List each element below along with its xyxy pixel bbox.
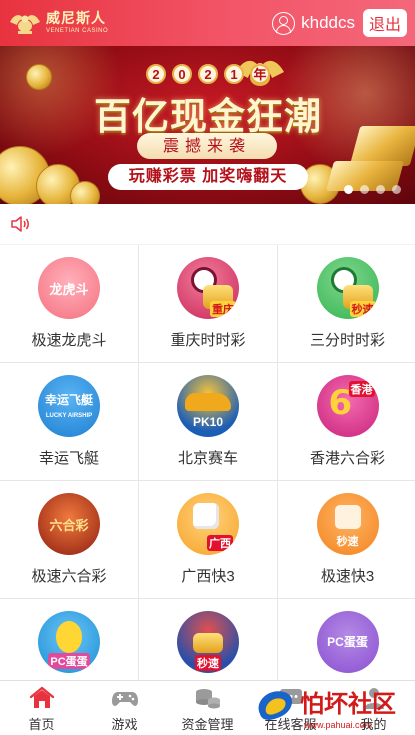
banner-dot[interactable] [360, 185, 369, 194]
game-label: 香港六合彩 [309, 450, 385, 467]
watermark-url: www.pahuai.com [303, 720, 372, 730]
chongqing-clock-icon: 重庆 [177, 257, 239, 319]
dragon-tiger-icon: 龙虎斗 [38, 257, 100, 319]
game-label: 极速快3 [320, 568, 375, 585]
logout-button[interactable]: 退出 [362, 9, 407, 37]
year-suffix: 年 [250, 64, 270, 84]
promo-banner[interactable]: 2 0 2 1 年 百亿现金狂潮 震撼来袭 玩赚彩票 加奖嗨翻天 [0, 46, 415, 204]
nav-label: 游戏 [111, 716, 138, 732]
game-label: 三分时时彩 [309, 332, 385, 349]
banner-pagination [344, 185, 401, 194]
banner-dot[interactable] [344, 185, 353, 194]
nav-item-games[interactable]: 游戏 [83, 681, 166, 735]
site-watermark: 怕坏社区 www.pahuai.com [258, 689, 396, 730]
hongkong-mark-six-icon: 6 香港 [316, 375, 379, 437]
game-tile[interactable]: 龙虎斗 极速龙虎斗 [0, 245, 138, 362]
game-label: 北京赛车 [177, 450, 238, 467]
game-tile[interactable]: 6 香港 香港六合彩 [278, 363, 415, 480]
brand-logo[interactable]: 威尼斯人 VENETIAN CASINO [8, 10, 108, 36]
icon-badge-subtext: LUCKY AIRSHIP [45, 413, 93, 419]
nav-label: 资金管理 [181, 716, 234, 732]
year-digit: 0 [172, 64, 192, 84]
year-digit: 2 [146, 64, 166, 84]
banner-dot[interactable] [376, 185, 385, 194]
top-header: 威尼斯人 VENETIAN CASINO khddcs 退出 [0, 0, 415, 46]
coin-decoration [26, 64, 52, 90]
three-minute-clock-icon: 秒速 [316, 257, 379, 319]
icon-badge-text: 秒速 [349, 301, 376, 317]
nav-item-home[interactable]: 首页 [0, 681, 83, 735]
pc-egg-icon: PC蛋蛋 [38, 611, 100, 673]
lucky-airship-icon: 幸运飞艇 LUCKY AIRSHIP [38, 375, 100, 437]
coins-icon [195, 688, 220, 708]
icon-badge-text: PC蛋蛋 [327, 635, 368, 649]
banner-year: 2 0 2 1 年 [118, 62, 298, 86]
speed-fast3-icon: 秒速 [316, 493, 379, 555]
icon-badge-text: PK10 [192, 415, 224, 429]
game-tile[interactable]: 秒速 极速快3 [278, 481, 415, 598]
guangxi-dice-icon: 广西 [177, 493, 239, 555]
winged-lion-icon [10, 15, 40, 34]
icon-badge-text: 龙虎斗 [49, 281, 89, 297]
icon-badge-text: 重庆 [210, 301, 236, 317]
notice-bar[interactable] [0, 204, 415, 244]
game-label: 重庆时时彩 [170, 332, 246, 349]
icon-badge-text: 幸运飞艇 [44, 393, 93, 407]
user-icon[interactable] [272, 11, 296, 35]
icon-badge-text: 秒速 [195, 655, 221, 671]
gold-bar-decoration [349, 126, 415, 166]
home-icon [29, 686, 54, 708]
game-label: 幸运飞艇 [38, 450, 99, 467]
logo-english-text: VENETIAN CASINO [46, 28, 109, 34]
gamepad-icon [111, 691, 138, 706]
banner-slogan: 玩赚彩票 加奖嗨翻天 [108, 164, 308, 190]
game-label: 极速六合彩 [31, 568, 107, 585]
pc-egg-purple-icon: PC蛋蛋 [316, 611, 379, 673]
game-tile[interactable]: 广西 广西快3 [139, 481, 277, 598]
app-root: 威尼斯人 VENETIAN CASINO khddcs 退出 2 0 2 1 年… [0, 0, 415, 735]
year-digit: 1 [224, 64, 244, 84]
banner-subtitle: 震撼来袭 [137, 133, 277, 159]
game-tile[interactable]: 重庆 重庆时时彩 [139, 245, 277, 362]
coin-decoration [70, 181, 100, 204]
icon-badge-text: 秒速 [336, 536, 359, 548]
nav-label: 首页 [28, 716, 55, 732]
year-digit: 2 [198, 64, 218, 84]
speed-mark-six-icon: 六合彩 [38, 493, 100, 555]
game-tile[interactable]: PK10 北京赛车 [139, 363, 277, 480]
game-tile[interactable]: 六合彩 极速六合彩 [0, 481, 138, 598]
icon-badge-text: PC蛋蛋 [48, 653, 90, 669]
beijing-racing-icon: PK10 [177, 375, 239, 437]
icon-badge-text: 香港 [348, 381, 375, 397]
icon-badge-text: 六合彩 [49, 518, 89, 533]
nav-item-funds[interactable]: 资金管理 [166, 681, 249, 735]
icon-badge-text: 广西 [207, 535, 233, 551]
game-label: 广西快3 [181, 568, 235, 585]
game-tile[interactable]: 秒速 三分时时彩 [278, 245, 415, 362]
game-label: 极速龙虎斗 [31, 332, 107, 349]
game-grid: 龙虎斗 极速龙虎斗 重庆 重庆时时彩 秒速 三分时时彩 幸运飞艇 LUCKY A… [0, 245, 415, 716]
speed-racing-icon: 秒速 [177, 611, 239, 673]
game-tile[interactable]: 幸运飞艇 LUCKY AIRSHIP 幸运飞艇 [0, 363, 138, 480]
banner-title: 百亿现金狂潮 [94, 94, 322, 138]
watermark-text: 怕坏社区 [300, 689, 396, 718]
speaker-icon [11, 216, 29, 232]
banner-dot[interactable] [392, 185, 401, 194]
logo-chinese-text: 威尼斯人 [46, 11, 106, 27]
username[interactable]: khddcs [301, 13, 355, 33]
